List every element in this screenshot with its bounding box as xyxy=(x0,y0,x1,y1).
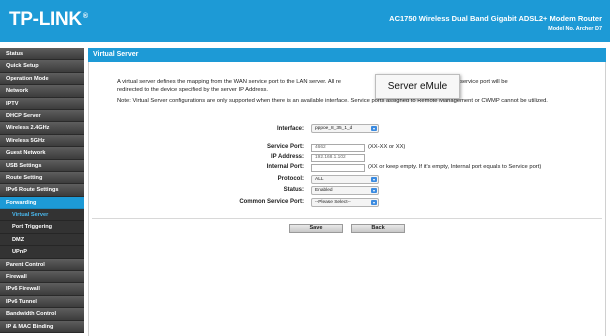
sidebar-nav: Status Quick Setup Operation Mode Networ… xyxy=(0,48,84,333)
logo-registered-mark: ® xyxy=(82,12,88,20)
sidebar-item-network[interactable]: Network xyxy=(0,85,84,98)
chevron-down-icon: ▾ xyxy=(371,177,377,182)
sidebar-subitem-dmz[interactable]: DMZ xyxy=(0,233,84,247)
sidebar-item-usb-settings[interactable]: USB Settings xyxy=(0,159,84,172)
sidebar-item-ipv6-route-settings[interactable]: IPv6 Route Settings xyxy=(0,184,84,197)
sidebar-item-operation-mode[interactable]: Operation Mode xyxy=(0,72,84,86)
sidebar-item-quick-setup[interactable]: Quick Setup xyxy=(0,60,84,73)
sidebar-subitem-virtual-server[interactable]: Virtual Server xyxy=(0,209,84,222)
model-number: Model No. Archer D7 xyxy=(548,26,602,32)
logo-text: TP-LINK xyxy=(9,9,82,30)
ip-address-input[interactable]: 192.168.1.102 xyxy=(311,154,365,162)
header-bar: TP-LINK® AC1750 Wireless Dual Band Gigab… xyxy=(0,0,610,42)
note-text: Note: Virtual Server configurations are … xyxy=(117,98,548,104)
page-title: Virtual Server xyxy=(88,48,606,62)
save-button[interactable]: Save xyxy=(289,224,343,233)
protocol-value: ALL xyxy=(315,177,324,182)
sidebar-item-parent-control[interactable]: Parent Control xyxy=(0,258,84,272)
sidebar-item-firewall[interactable]: Firewall xyxy=(0,271,84,284)
common-service-port-select[interactable]: --Please Select-- ▾ xyxy=(311,198,379,207)
sidebar-item-ip-mac-binding[interactable]: IP & MAC Binding xyxy=(0,320,84,333)
service-port-hint: (XX-XX or XX) xyxy=(368,144,406,150)
back-button[interactable]: Back xyxy=(351,224,405,233)
description-head: A virtual server defines the mapping fro… xyxy=(117,79,342,85)
internal-port-hint: (XX or keep empty. If it's empty, Intern… xyxy=(368,164,542,170)
tooltip-popup: Server eMule xyxy=(375,74,460,99)
interface-label: Interface: xyxy=(276,126,304,132)
internal-port-input[interactable] xyxy=(311,164,365,172)
common-service-port-label: Common Service Port: xyxy=(239,199,304,205)
sidebar-item-wireless-5ghz[interactable]: Wireless 5GHz xyxy=(0,134,84,148)
product-name: AC1750 Wireless Dual Band Gigabit ADSL2+… xyxy=(389,14,602,23)
common-service-port-value: --Please Select-- xyxy=(315,200,351,205)
protocol-label: Protocol: xyxy=(277,176,304,182)
status-value: Enabled xyxy=(315,188,333,193)
sidebar-item-iptv[interactable]: IPTV xyxy=(0,97,84,110)
status-select[interactable]: Enabled ▾ xyxy=(311,186,379,195)
ip-address-label: IP Address: xyxy=(270,154,304,160)
protocol-select[interactable]: ALL ▾ xyxy=(311,175,379,184)
chevron-down-icon: ▾ xyxy=(371,126,377,131)
interface-select[interactable]: pppoe_8_35_1_d ▾ xyxy=(311,124,379,133)
sidebar-item-wireless-24ghz[interactable]: Wireless 2.4GHz xyxy=(0,122,84,135)
sidebar-item-ipv6-firewall[interactable]: IPv6 Firewall xyxy=(0,283,84,296)
service-port-label: Service Port: xyxy=(266,144,304,150)
description-text: A virtual server defines the mapping fro… xyxy=(117,78,575,94)
sidebar-item-bandwidth-control[interactable]: Bandwidth Control xyxy=(0,308,84,321)
interface-value: pppoe_8_35_1_d xyxy=(315,126,353,131)
service-port-input[interactable]: 4662 xyxy=(311,144,365,152)
sidebar-item-guest-network[interactable]: Guest Network xyxy=(0,147,84,160)
chevron-down-icon: ▾ xyxy=(371,200,377,205)
chevron-down-icon: ▾ xyxy=(371,188,377,193)
tp-link-logo: TP-LINK® xyxy=(9,9,88,31)
sidebar-item-dhcp-server[interactable]: DHCP Server xyxy=(0,109,84,123)
sidebar-item-route-setting[interactable]: Route Setting xyxy=(0,171,84,185)
divider xyxy=(92,218,602,219)
sidebar-item-forwarding[interactable]: Forwarding xyxy=(0,196,84,210)
sidebar-subitem-upnp[interactable]: UPnP xyxy=(0,246,84,259)
sidebar-item-ipv6-tunnel[interactable]: IPv6 Tunnel xyxy=(0,295,84,309)
sidebar-item-status[interactable]: Status xyxy=(0,48,84,61)
internal-port-label: Internal Port: xyxy=(266,164,304,170)
description-line2: redirected to the device specified by th… xyxy=(117,87,269,93)
status-label: Status: xyxy=(283,187,304,193)
sidebar-subitem-port-triggering[interactable]: Port Triggering xyxy=(0,221,84,234)
